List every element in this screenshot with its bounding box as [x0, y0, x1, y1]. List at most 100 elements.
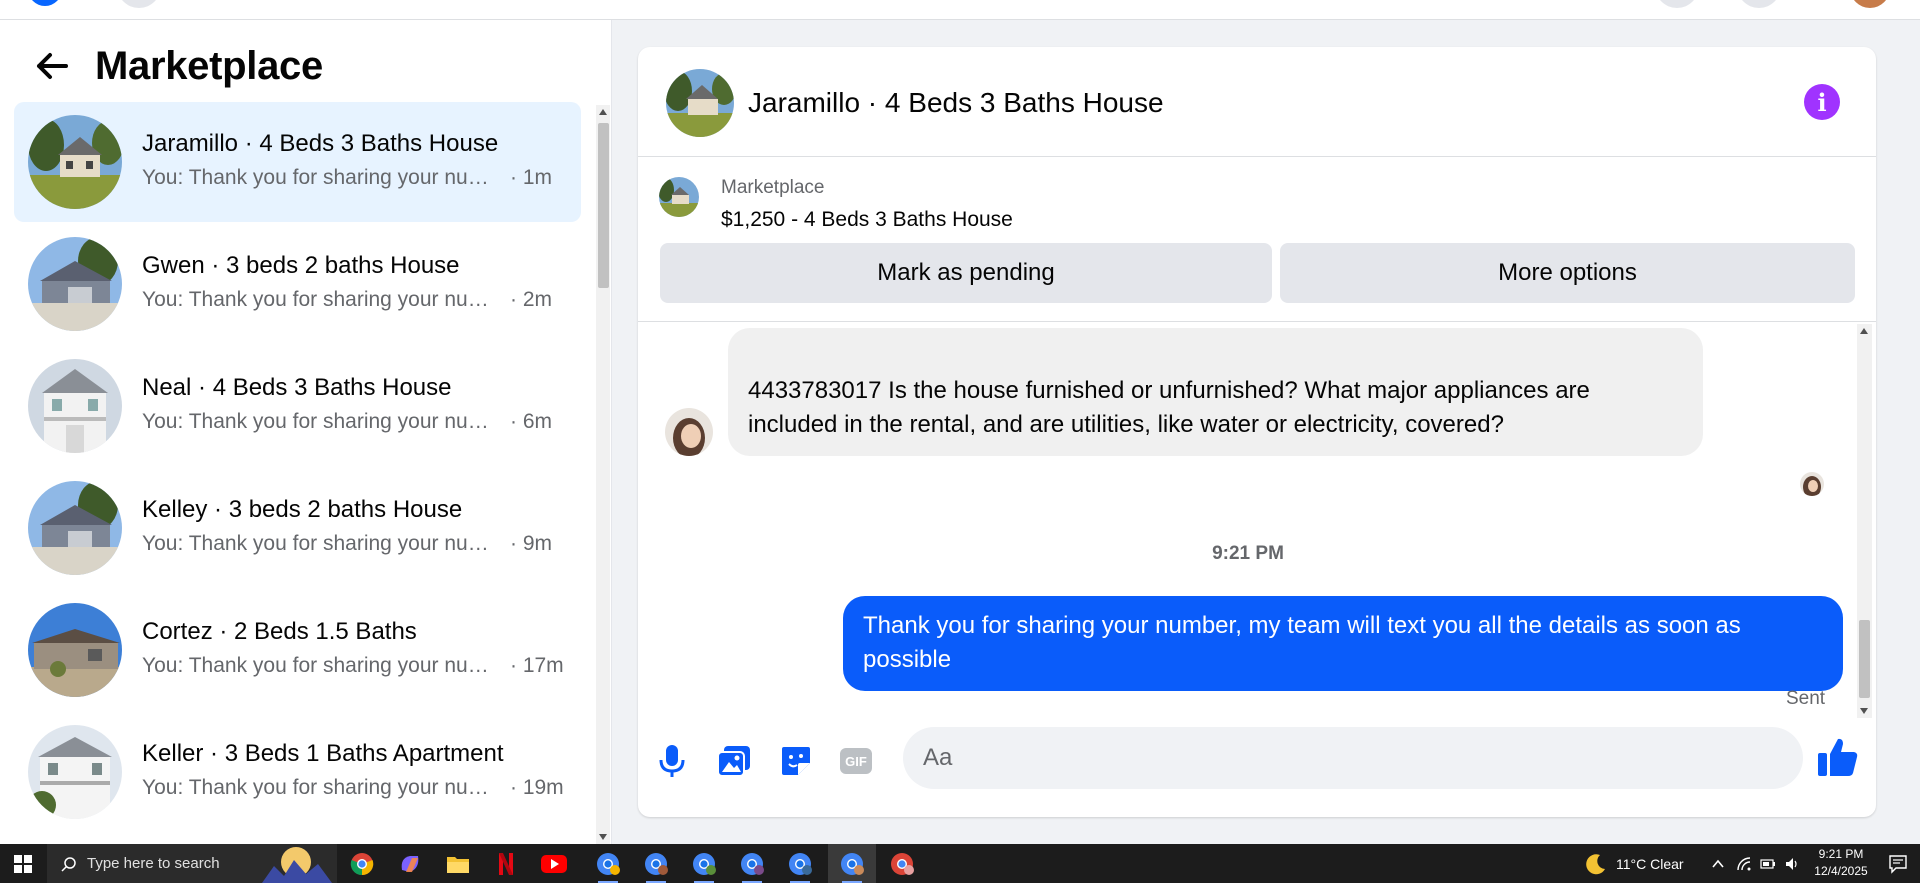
- conversation-sidebar: Marketplace Jaramillo · 4 Beds 3 Baths H…: [0, 20, 612, 844]
- arrow-left-icon: [37, 53, 68, 79]
- mark-as-pending-button[interactable]: Mark as pending: [660, 243, 1272, 303]
- scroll-up-icon[interactable]: [1860, 328, 1868, 334]
- message-thread: 4433783017 Is the house furnished or unf…: [638, 323, 1858, 719]
- taskbar-app-chrome-profile-7[interactable]: [878, 844, 926, 883]
- message-input[interactable]: [923, 727, 1743, 789]
- conversation-item[interactable]: Jaramillo · 4 Beds 3 Baths House You: Th…: [14, 102, 581, 222]
- taskbar-app-chrome[interactable]: [338, 844, 386, 883]
- start-button[interactable]: [0, 844, 46, 883]
- conversation-preview: You: Thank you for sharing your number, …: [142, 166, 502, 189]
- facebook-logo-icon[interactable]: [28, 0, 62, 6]
- chrome-icon: [350, 852, 374, 875]
- windows-logo-icon: [14, 854, 32, 873]
- conversation-item[interactable]: Neal · 4 Beds 3 Baths House You: Thank y…: [14, 346, 581, 466]
- listing-thumbnail: [28, 115, 122, 209]
- chrome-profile-icon: [645, 852, 668, 875]
- conversation-item[interactable]: Keller · 3 Beds 1 Baths Apartment You: T…: [14, 712, 581, 832]
- conversation-item[interactable]: Cortez · 2 Beds 1.5 Baths You: Thank you…: [14, 590, 581, 710]
- chrome-profile-icon: [741, 852, 764, 875]
- chevron-up-icon[interactable]: [1710, 856, 1726, 872]
- taskbar-app-chrome-profile-3[interactable]: [680, 844, 728, 883]
- scroll-down-icon[interactable]: [1860, 708, 1868, 714]
- sticker-icon: [782, 747, 810, 775]
- scroll-up-icon[interactable]: [599, 109, 607, 115]
- sender-avatar[interactable]: [665, 408, 713, 456]
- battery-icon[interactable]: [1760, 856, 1776, 872]
- listing-banner: Marketplace $1,250 - 4 Beds 3 Baths Hous…: [638, 157, 1876, 322]
- message-thread-scrollbar[interactable]: [1857, 324, 1872, 718]
- message-timestamp: 9:21 PM: [1212, 543, 1284, 564]
- photo-icon: [717, 746, 750, 777]
- listing-thumbnail: [28, 725, 122, 819]
- voice-clip-button[interactable]: [650, 739, 694, 783]
- message-status: Sent: [1786, 688, 1826, 709]
- chat-avatar[interactable]: [666, 69, 734, 137]
- outgoing-message-bubble[interactable]: Thank you for sharing your number, my te…: [843, 596, 1843, 691]
- chat-title[interactable]: Jaramillo · 4 Beds 3 Baths House: [748, 87, 1164, 119]
- conversation-name: Keller · 3 Beds 1 Baths Apartment: [142, 740, 504, 767]
- conversation-time: 6m: [510, 410, 552, 434]
- scroll-down-icon[interactable]: [599, 834, 607, 840]
- page-title: Marketplace: [95, 44, 323, 88]
- notification-center-button[interactable]: [1876, 844, 1920, 883]
- conversation-time: 2m: [510, 288, 552, 312]
- windows-taskbar: Type here to search 11°C Clear 9:21 PM 1…: [0, 844, 1920, 883]
- taskbar-app-chrome-profile-4[interactable]: [728, 844, 776, 883]
- conversation-name: Jaramillo · 4 Beds 3 Baths House: [142, 130, 499, 157]
- chrome-profile-icon: [693, 852, 716, 875]
- conversation-item[interactable]: Kelley · 3 beds 2 baths House You: Thank…: [14, 468, 581, 588]
- back-button[interactable]: [30, 46, 74, 86]
- svg-text:GIF: GIF: [845, 754, 867, 769]
- search-highlight-image: [262, 847, 332, 883]
- info-icon[interactable]: i: [1804, 84, 1840, 120]
- wifi-icon[interactable]: [1736, 856, 1752, 872]
- conversation-list-scrollbar[interactable]: [596, 105, 610, 844]
- attach-media-button[interactable]: [712, 739, 756, 783]
- seen-indicator-avatar: [1800, 472, 1824, 496]
- incoming-message-bubble[interactable]: 4433783017 Is the house furnished or unf…: [728, 328, 1703, 456]
- scrollbar-thumb[interactable]: [598, 123, 609, 288]
- conversation-item[interactable]: Gwen · 3 beds 2 baths House You: Thank y…: [14, 224, 581, 344]
- weather-text: 11°C Clear: [1616, 855, 1684, 872]
- conversation-name: Gwen · 3 beds 2 baths House: [142, 252, 460, 279]
- listing-price[interactable]: $1,250 - 4 Beds 3 Baths House: [721, 208, 1013, 232]
- conversation-name: Cortez · 2 Beds 1.5 Baths: [142, 618, 417, 645]
- sticker-button[interactable]: [774, 739, 818, 783]
- conversation-list: Jaramillo · 4 Beds 3 Baths House You: Th…: [0, 102, 596, 844]
- taskbar-clock[interactable]: 9:21 PM 12/4/2025: [1796, 846, 1886, 880]
- system-tray: [1710, 844, 1800, 883]
- taskbar-app-chrome-profile-2[interactable]: [632, 844, 680, 883]
- taskbar-app-file-explorer[interactable]: [434, 844, 482, 883]
- listing-thumbnail: [28, 359, 122, 453]
- chrome-profile-icon: [841, 852, 864, 875]
- menu-button[interactable]: [117, 0, 161, 8]
- listing-thumbnail: [28, 237, 122, 331]
- sidebar-header: Marketplace: [0, 20, 611, 100]
- search-icon: [61, 857, 76, 872]
- taskbar-app-chrome-profile-5[interactable]: [776, 844, 824, 883]
- moon-icon: [1586, 853, 1605, 874]
- listing-thumbnail[interactable]: [659, 177, 699, 217]
- conversation-preview: You: Thank you for sharing your number, …: [142, 410, 502, 433]
- message-input-container: [903, 727, 1803, 789]
- gif-button[interactable]: GIF: [834, 739, 878, 783]
- listing-thumbnail: [28, 481, 122, 575]
- taskbar-app-netflix[interactable]: [482, 844, 530, 883]
- clock-date: 12/4/2025: [1814, 864, 1868, 878]
- taskbar-app-copilot[interactable]: [386, 844, 434, 883]
- more-options-button[interactable]: More options: [1280, 243, 1855, 303]
- clock-time: 9:21 PM: [1818, 847, 1864, 861]
- weather-widget[interactable]: 11°C Clear: [1584, 844, 1684, 883]
- profile-avatar[interactable]: [1850, 0, 1890, 8]
- taskbar-app-youtube[interactable]: [530, 844, 578, 883]
- conversation-time: 9m: [510, 532, 552, 556]
- thumbs-up-icon[interactable]: [1816, 735, 1860, 779]
- messenger-button[interactable]: [1737, 0, 1781, 8]
- scrollbar-thumb[interactable]: [1859, 620, 1870, 698]
- menu-grid-button[interactable]: [1655, 0, 1699, 8]
- conversation-preview: You: Thank you for sharing your number, …: [142, 532, 502, 555]
- taskbar-app-chrome-profile-6[interactable]: [828, 844, 876, 883]
- taskbar-app-chrome-profile-1[interactable]: [584, 844, 632, 883]
- message-composer: GIF: [638, 719, 1876, 817]
- conversation-time: 17m: [510, 654, 564, 678]
